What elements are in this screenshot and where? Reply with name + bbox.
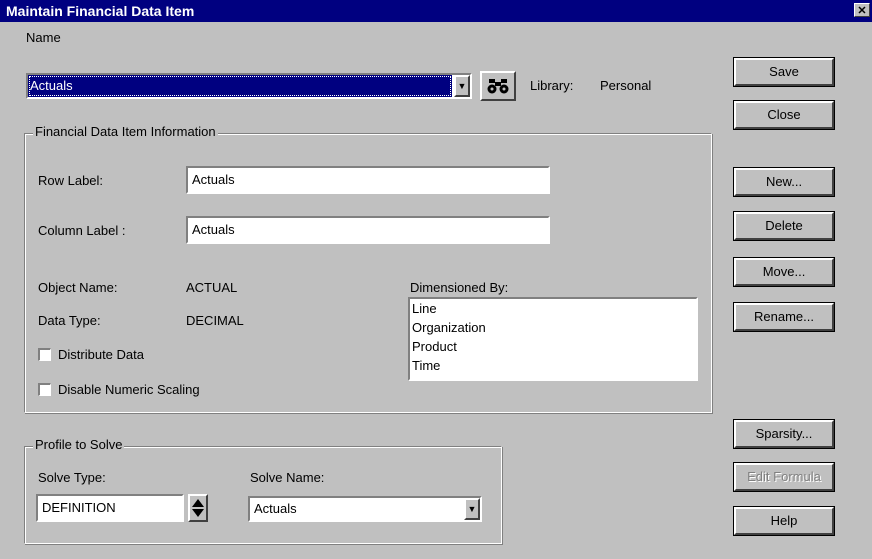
checkbox-box[interactable] xyxy=(38,348,51,361)
title-bar: Maintain Financial Data Item xyxy=(0,0,872,22)
sparsity-button[interactable]: Sparsity... xyxy=(733,419,835,449)
column-label-input[interactable]: Actuals xyxy=(186,216,550,244)
library-value: Personal xyxy=(600,78,652,93)
object-name-label: Object Name: xyxy=(38,280,118,295)
object-name-value: ACTUAL xyxy=(186,280,238,295)
name-combobox-value: Actuals xyxy=(28,75,452,97)
distribute-data-checkbox[interactable]: Distribute Data xyxy=(38,347,238,365)
info-group-title: Financial Data Item Information xyxy=(33,124,218,139)
row-label-input[interactable]: Actuals xyxy=(186,166,550,194)
profile-group-title: Profile to Solve xyxy=(33,437,125,452)
name-combobox[interactable]: Actuals ▼ xyxy=(26,73,472,99)
move-button[interactable]: Move... xyxy=(733,257,835,287)
up-down-arrows-icon xyxy=(192,499,204,517)
disable-numeric-scaling-checkbox[interactable]: Disable Numeric Scaling xyxy=(38,382,258,400)
close-icon[interactable]: ✕ xyxy=(854,3,870,17)
solve-name-combobox[interactable]: Actuals ▼ xyxy=(248,496,482,522)
rename-button[interactable]: Rename... xyxy=(733,302,835,332)
list-item[interactable]: Time xyxy=(410,356,696,375)
solve-type-spinner[interactable] xyxy=(188,494,208,522)
triangle-down-icon[interactable]: ▼ xyxy=(464,498,480,520)
list-item[interactable]: Organization xyxy=(410,318,696,337)
library-label: Library: xyxy=(530,78,574,93)
solve-name-label: Solve Name: xyxy=(250,470,325,485)
new-button[interactable]: New... xyxy=(733,167,835,197)
save-button[interactable]: Save xyxy=(733,57,835,87)
distribute-data-label: Distribute Data xyxy=(58,347,144,362)
window-title: Maintain Financial Data Item xyxy=(6,3,195,19)
name-label: Name xyxy=(26,30,61,45)
row-label-label: Row Label: xyxy=(38,173,104,188)
binoculars-icon xyxy=(487,79,509,94)
data-type-label: Data Type: xyxy=(38,313,101,328)
edit-formula-button: Edit Formula xyxy=(733,462,835,492)
solve-type-label: Solve Type: xyxy=(38,470,106,485)
solve-type-input[interactable]: DEFINITION xyxy=(36,494,184,522)
dimensioned-by-label: Dimensioned By: xyxy=(410,280,509,295)
help-button[interactable]: Help xyxy=(733,506,835,536)
delete-button[interactable]: Delete xyxy=(733,211,835,241)
list-item[interactable]: Product xyxy=(410,337,696,356)
column-label-label: Column Label : xyxy=(38,223,126,238)
close-button[interactable]: Close xyxy=(733,100,835,130)
dimensions-listbox[interactable]: Line Organization Product Time xyxy=(408,297,698,381)
find-button[interactable] xyxy=(480,71,516,101)
data-type-value: DECIMAL xyxy=(186,313,244,328)
list-item[interactable]: Line xyxy=(410,299,696,318)
solve-name-value: Actuals xyxy=(254,501,297,516)
checkbox-box[interactable] xyxy=(38,383,51,396)
disable-scaling-label: Disable Numeric Scaling xyxy=(58,382,200,397)
triangle-down-icon[interactable]: ▼ xyxy=(454,75,470,97)
